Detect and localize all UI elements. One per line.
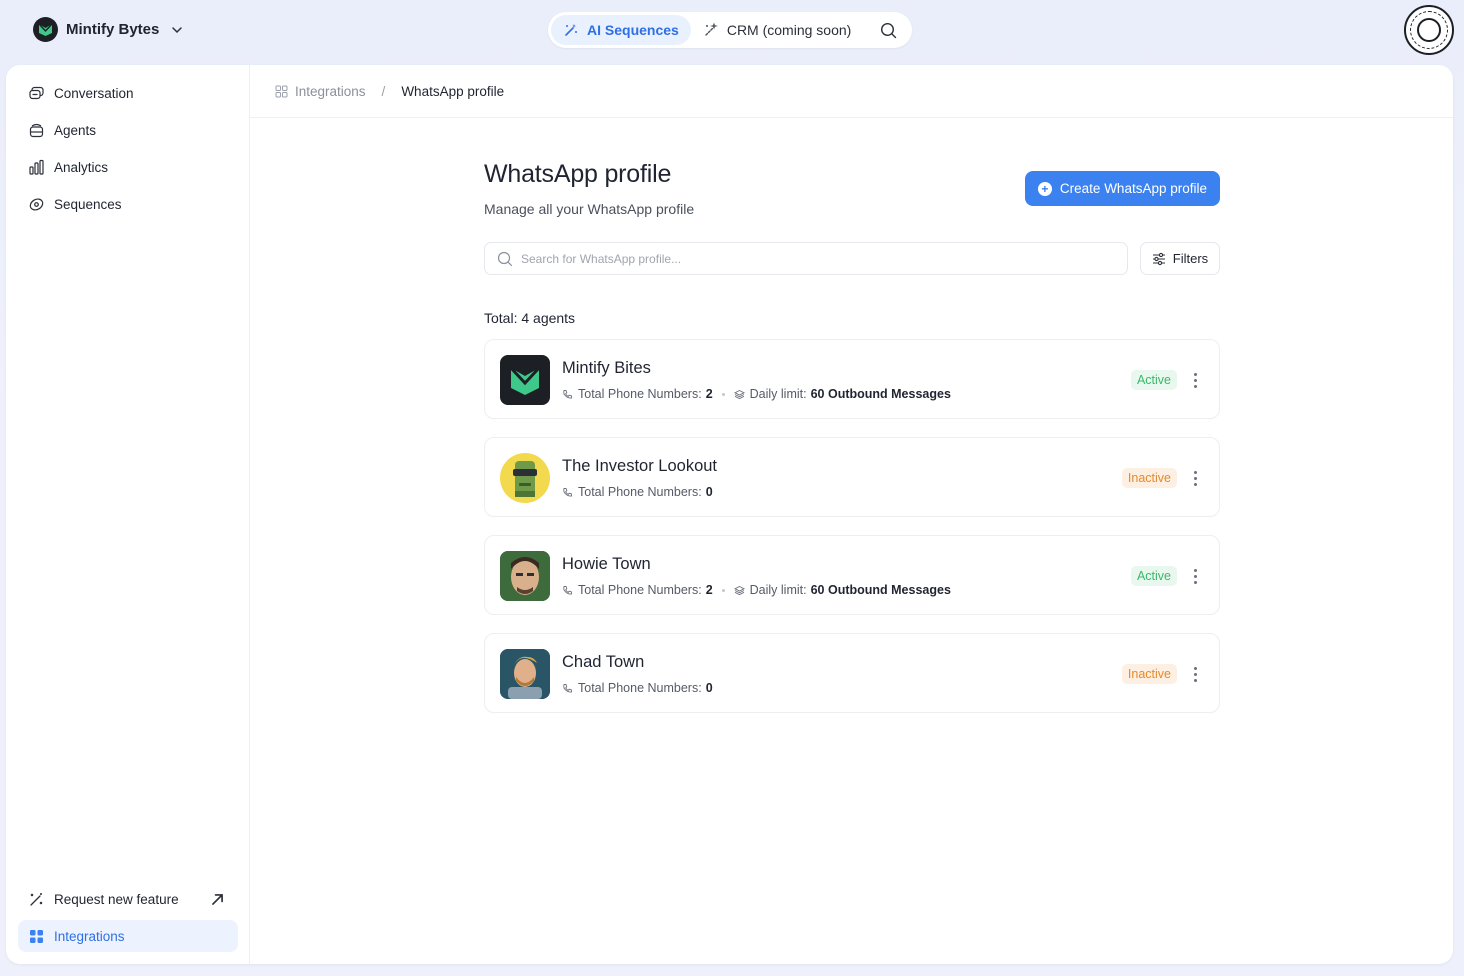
grid-apps-icon — [30, 929, 43, 943]
profile-card[interactable]: Mintify Bites Total Phone Numbers: 2 Dail… — [484, 339, 1220, 419]
sidebar-item-request-feature[interactable]: Request new feature — [18, 883, 238, 915]
profile-avatar-chad-town — [500, 649, 550, 699]
profile-name: Chad Town — [562, 653, 645, 671]
main-panel: Conversation Agents Analytics Sequences … — [6, 65, 1453, 964]
stack-icon — [733, 585, 745, 595]
profile-avatar-investor-lookout — [500, 453, 550, 503]
search-field[interactable] — [484, 242, 1128, 275]
phones-value: 2 — [705, 387, 713, 401]
sidebar-item-analytics[interactable]: Analytics — [18, 151, 238, 183]
limit-value: 60 Outbound Messages — [810, 387, 951, 401]
filters-label: Filters — [1172, 251, 1209, 266]
profile-name: The Investor Lookout — [562, 457, 718, 475]
sidebar-item-integrations[interactable]: Integrations — [18, 920, 238, 952]
chat-icon — [29, 86, 44, 99]
profile-card[interactable]: Chad Town Total Phone Numbers: 0 Inactive — [484, 633, 1220, 713]
status-badge: Active — [1130, 370, 1177, 390]
total-count: Total: 4 agents — [484, 310, 576, 326]
status-badge: Active — [1130, 566, 1177, 586]
partner-badge-icon — [1404, 5, 1454, 55]
profile-card[interactable]: Howie Town Total Phone Numbers: 2 Daily l… — [484, 535, 1220, 615]
more-options-icon[interactable] — [1187, 370, 1203, 390]
status-badge: Inactive — [1121, 468, 1177, 488]
feature-sparkle-icon — [30, 892, 43, 906]
profiles-section: WhatsApp profile Manage all your WhatsAp… — [484, 160, 1220, 713]
tab-crm-label: CRM (coming soon) — [726, 22, 852, 38]
more-options-icon[interactable] — [1187, 664, 1203, 684]
sidebar-item-agents[interactable]: Agents — [18, 114, 238, 146]
profile-card[interactable]: The Investor Lookout Total Phone Numbers… — [484, 437, 1220, 517]
chevron-down-icon — [172, 26, 183, 33]
tab-crm[interactable]: CRM (coming soon) — [691, 15, 863, 45]
phones-label: Total Phone Numbers: — [578, 387, 702, 401]
magic-wand-icon — [565, 24, 577, 36]
phones-label: Total Phone Numbers: — [578, 583, 702, 597]
limit-label: Daily limit: — [749, 387, 807, 401]
top-bar: Mintify Bytes AI Sequences CRM (coming s… — [0, 0, 1464, 64]
profile-meta: Total Phone Numbers: 2 Daily limit: 60 Out… — [562, 583, 951, 597]
more-options-icon[interactable] — [1187, 468, 1203, 488]
sidebar-item-sequences[interactable]: Sequences — [18, 188, 238, 220]
phones-label: Total Phone Numbers: — [578, 681, 702, 695]
breadcrumb-parent-label: Integrations — [295, 83, 366, 99]
breadcrumb: Integrations / WhatsApp profile — [250, 65, 1453, 118]
breadcrumb-separator: / — [381, 83, 386, 99]
sidebar-item-conversation[interactable]: Conversation — [18, 77, 238, 109]
workspace-switcher[interactable]: Mintify Bytes — [33, 17, 183, 42]
phone-icon — [563, 389, 572, 398]
filter-sliders-icon — [1152, 252, 1165, 265]
limit-label: Daily limit: — [749, 583, 807, 597]
sidebar-item-label: Sequences — [54, 196, 122, 212]
agent-icon — [29, 123, 44, 137]
breadcrumb-integrations[interactable]: Integrations — [275, 84, 366, 99]
workspace-logo — [33, 17, 58, 42]
sidebar-item-label: Conversation — [54, 85, 134, 101]
content-area: Integrations / WhatsApp profile WhatsApp… — [250, 65, 1453, 964]
profile-avatar-mintify-bites — [500, 355, 550, 405]
top-nav: AI Sequences CRM (coming soon) — [548, 12, 912, 48]
search-icon — [880, 22, 896, 38]
bar-chart-icon — [29, 159, 44, 175]
phone-icon — [563, 585, 572, 594]
sparkle-wand-icon — [705, 22, 718, 36]
stack-icon — [733, 389, 745, 399]
profile-name: Howie Town — [562, 555, 651, 573]
sidebar-item-label: Integrations — [54, 928, 125, 944]
global-search-button[interactable] — [873, 15, 903, 45]
plus-circle-icon: + — [1037, 181, 1052, 196]
search-icon — [497, 251, 513, 266]
profile-meta: Total Phone Numbers: 0 — [562, 485, 713, 499]
filters-button[interactable]: Filters — [1140, 242, 1220, 275]
limit-value: 60 Outbound Messages — [810, 583, 951, 597]
phones-value: 0 — [705, 681, 713, 695]
phones-value: 2 — [705, 583, 713, 597]
profile-name: Mintify Bites — [562, 359, 651, 377]
more-options-icon[interactable] — [1187, 566, 1203, 586]
search-row: Filters — [484, 242, 1220, 275]
create-whatsapp-profile-button[interactable]: + Create WhatsApp profile — [1024, 171, 1220, 206]
tab-ai-sequences[interactable]: AI Sequences — [551, 15, 691, 45]
sequence-icon — [29, 197, 44, 211]
create-button-label: Create WhatsApp profile — [1059, 181, 1207, 196]
phone-icon — [563, 487, 572, 496]
sidebar: Conversation Agents Analytics Sequences … — [6, 65, 250, 964]
status-badge: Inactive — [1121, 664, 1177, 684]
sidebar-item-label: Request new feature — [54, 891, 179, 907]
profile-meta: Total Phone Numbers: 0 — [562, 681, 713, 695]
external-link-icon — [212, 893, 223, 905]
breadcrumb-current: WhatsApp profile — [401, 83, 505, 99]
grid-icon — [275, 85, 288, 97]
phone-icon — [563, 683, 572, 692]
workspace-name: Mintify Bytes — [66, 21, 160, 38]
profile-avatar-howie-town — [500, 551, 550, 601]
phones-label: Total Phone Numbers: — [578, 485, 702, 499]
tab-ai-sequences-label: AI Sequences — [587, 22, 679, 38]
profile-meta: Total Phone Numbers: 2 Daily limit: 60 Out… — [562, 387, 951, 401]
sidebar-item-label: Analytics — [54, 159, 109, 175]
phones-value: 0 — [705, 485, 713, 499]
search-input[interactable] — [521, 251, 1101, 266]
sidebar-item-label: Agents — [54, 122, 97, 138]
